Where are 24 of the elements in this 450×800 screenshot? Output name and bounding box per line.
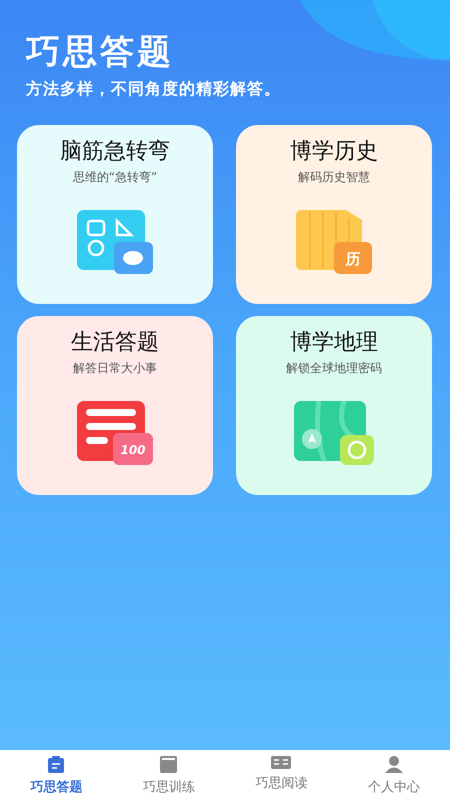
map-globe-icon [294, 401, 374, 466]
notepad-icon [48, 756, 64, 773]
tab[interactable]: 个人中心 [338, 750, 450, 800]
category-card[interactable]: 生活答题 解答日常大小事 100 [17, 316, 213, 495]
category-card[interactable]: 脑筋急转弯 思维的“急转弯” [17, 125, 213, 304]
tab[interactable]: 巧思训练 [112, 750, 225, 800]
card-subtitle: 解锁全球地理密码 [286, 360, 382, 378]
card-title: 博学历史 [290, 139, 378, 166]
shapes-brain-icon [77, 210, 153, 274]
card-title: 脑筋急转弯 [60, 139, 170, 166]
open-book-icon [271, 756, 292, 769]
category-card[interactable]: 博学地理 解锁全球地理密码 [236, 316, 432, 495]
app-title: 巧思答题 [26, 34, 175, 72]
card-subtitle: 思维的“急转弯” [72, 169, 158, 186]
card-subtitle: 解答日常大小事 [73, 360, 157, 378]
book-icon [160, 756, 178, 773]
user-icon [384, 756, 403, 773]
tab[interactable]: 巧思答题 [0, 750, 112, 800]
app-subtitle: 方法多样，不同角度的精彩解答。 [26, 78, 282, 100]
card-subtitle: 解码历史智慧 [298, 169, 370, 186]
card-title: 博学地理 [290, 330, 378, 356]
card-title: 生活答题 [71, 330, 159, 356]
tab[interactable]: 巧思阅读 [225, 750, 338, 800]
category-card[interactable]: 博学历史 解码历史智慧 历 [236, 125, 432, 304]
